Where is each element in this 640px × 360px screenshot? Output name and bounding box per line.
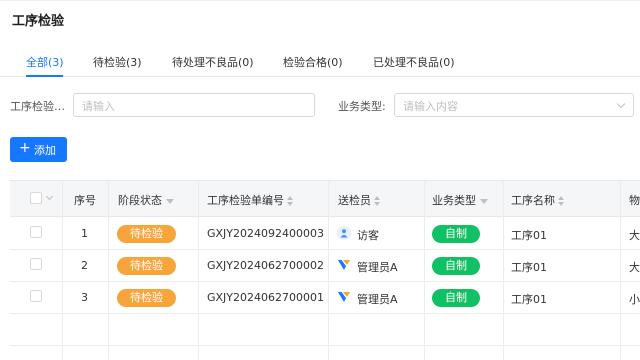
row-index: 2 xyxy=(81,259,88,272)
column-status[interactable]: 阶段状态 xyxy=(118,192,174,208)
page-title: 工序检验 xyxy=(12,14,65,29)
column-process[interactable]: 工序名称 xyxy=(511,192,564,208)
process-name: 工序01 xyxy=(511,229,547,242)
business-type-placeholder: 请输入内容 xyxy=(403,100,458,113)
filter-icon[interactable] xyxy=(480,198,488,204)
row-checkbox[interactable] xyxy=(30,290,42,302)
sort-icon[interactable] xyxy=(558,196,564,206)
status-tabs: 全部(3) 待检验(3) 待处理不良品(0) 检验合格(0) 已处理不良品(0) xyxy=(0,52,640,77)
extra-cell: 大 xyxy=(629,229,640,242)
column-inspector[interactable]: 送检员 xyxy=(338,192,380,208)
inspection-number-input[interactable]: 请输入 xyxy=(73,93,315,117)
inspector-name: 管理员A xyxy=(357,261,398,274)
inspection-table: 序号 阶段状态 工序检验单编号 送检员 业务类型 工序名称 物 1 待检验 GX… xyxy=(10,180,640,360)
extra-cell: 大 xyxy=(629,261,640,274)
tab-passed[interactable]: 检验合格(0) xyxy=(283,54,343,70)
inspection-number-placeholder: 请输入 xyxy=(82,100,115,113)
inspection-number[interactable]: GXJY2024062700002 xyxy=(207,259,324,272)
tab-pending-inspection[interactable]: 待检验(3) xyxy=(93,54,142,70)
active-tab-indicator xyxy=(26,75,63,77)
column-number-label: 工序检验单编号 xyxy=(207,194,284,207)
sort-icon[interactable] xyxy=(374,196,380,206)
column-business-type-label: 业务类型 xyxy=(432,194,476,207)
sort-icon[interactable] xyxy=(287,196,293,206)
inspector-name: 管理员A xyxy=(357,293,398,306)
status-badge: 待检验 xyxy=(117,225,176,243)
column-extra: 物 xyxy=(629,194,640,207)
status-badge: 待检验 xyxy=(117,289,176,307)
add-button-label: 添加 xyxy=(34,144,56,157)
tab-processed-defects[interactable]: 已处理不良品(0) xyxy=(373,54,455,70)
column-process-label: 工序名称 xyxy=(511,194,555,207)
process-name: 工序01 xyxy=(511,293,547,306)
tab-pending-defects[interactable]: 待处理不良品(0) xyxy=(172,54,254,70)
business-type-badge: 自制 xyxy=(432,289,480,307)
process-name: 工序01 xyxy=(511,261,547,274)
business-type-filter-label: 业务类型: xyxy=(338,100,386,113)
extra-cell: 小 xyxy=(629,293,640,306)
row-index: 1 xyxy=(81,227,88,240)
business-type-badge: 自制 xyxy=(432,257,480,275)
chevron-down-icon xyxy=(616,99,626,109)
top-divider xyxy=(0,0,640,1)
filter-icon[interactable] xyxy=(166,198,174,204)
plus-icon: + xyxy=(19,140,31,156)
column-status-label: 阶段状态 xyxy=(118,194,162,207)
inspector-name: 访客 xyxy=(357,229,379,242)
business-type-badge: 自制 xyxy=(432,225,480,243)
column-business-type[interactable]: 业务类型 xyxy=(432,192,488,208)
column-inspector-label: 送检员 xyxy=(338,194,371,207)
business-type-select[interactable]: 请输入内容 xyxy=(394,93,634,117)
inspection-number[interactable]: GXJY2024062700001 xyxy=(207,291,324,304)
row-checkbox[interactable] xyxy=(30,258,42,270)
select-all-checkbox[interactable] xyxy=(30,192,42,204)
row-index: 3 xyxy=(81,291,88,304)
status-badge: 待检验 xyxy=(117,257,176,275)
user-icon xyxy=(337,226,351,240)
column-index: 序号 xyxy=(74,194,96,207)
add-button[interactable]: + 添加 xyxy=(10,137,67,162)
tab-all[interactable]: 全部(3) xyxy=(26,54,64,70)
brand-logo-icon xyxy=(337,290,351,304)
row-checkbox[interactable] xyxy=(30,226,42,238)
inspection-number[interactable]: GXJY2024092400003 xyxy=(207,227,324,240)
inspection-filter-label: 工序检验… xyxy=(10,100,65,113)
brand-logo-icon xyxy=(337,258,351,272)
column-number[interactable]: 工序检验单编号 xyxy=(207,192,293,208)
